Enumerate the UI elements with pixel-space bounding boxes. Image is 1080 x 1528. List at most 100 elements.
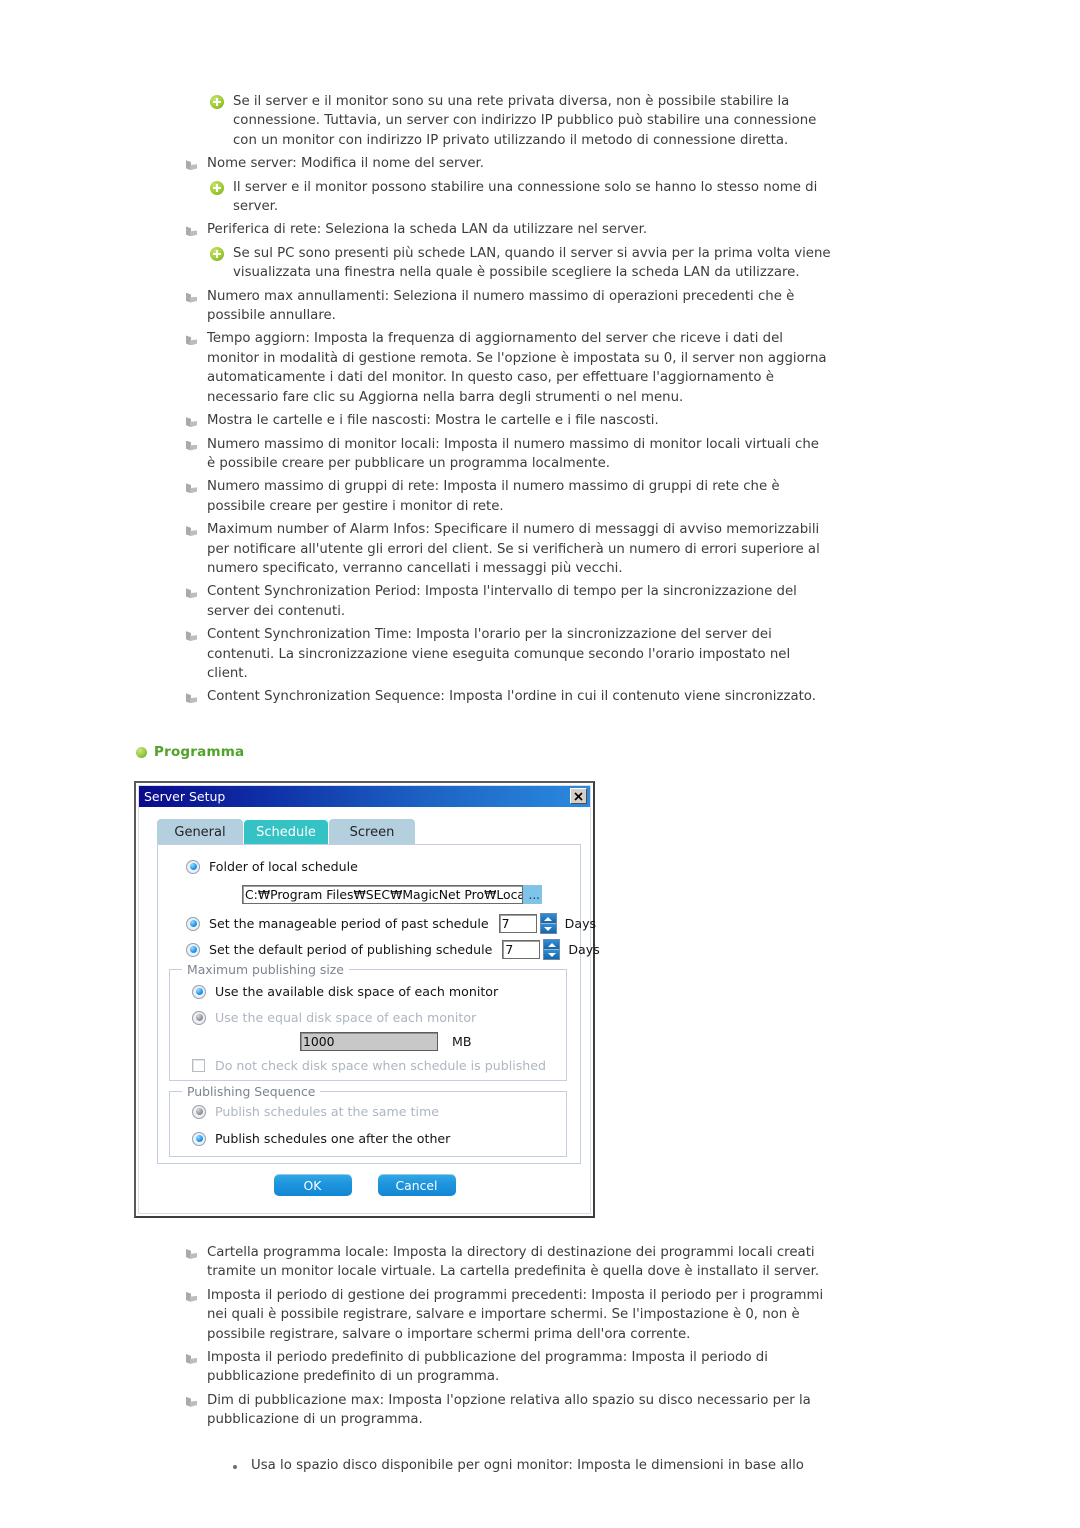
browse-folder-button[interactable]: ... [523, 885, 542, 904]
radio-publish-one-after-other-label: Publish schedules one after the other [215, 1131, 451, 1146]
group-maximum-publishing-size-label: Maximum publishing size [182, 962, 349, 977]
flag-bullet-icon [186, 1396, 198, 1408]
option-use-available-disk-space[interactable]: Use the available disk space of each mon… [192, 984, 498, 999]
dialog-tabs: General Schedule Screen [157, 818, 415, 845]
option-folder-of-local-schedule[interactable]: Folder of local schedule [186, 859, 358, 874]
doc-bullet-text: Imposta il periodo di gestione dei progr… [207, 1287, 824, 1342]
group-publishing-sequence-label: Publishing Sequence [182, 1084, 321, 1099]
group-maximum-publishing-size: Maximum publishing size Use the availabl… [169, 962, 567, 1081]
default-publishing-period-unit: Days [568, 942, 600, 957]
doc-bullet-text: Usa lo spazio disco disponibile per ogni… [251, 1457, 804, 1473]
tab-schedule[interactable]: Schedule [243, 819, 329, 845]
plus-bullet-icon [210, 246, 224, 261]
doc-bullet-item: Il server e il monitor possono stabilire… [0, 178, 1080, 217]
flag-bullet-icon [186, 630, 198, 642]
doc-bullet-text: Nome server: Modifica il nome del server… [207, 156, 484, 172]
doc-bullet-item: Content Synchronization Period: Imposta … [0, 582, 1080, 621]
doc-bullet-text: Dim di pubblicazione max: Imposta l'opzi… [207, 1392, 811, 1428]
doc-bullet-item: Numero max annullamenti: Seleziona il nu… [0, 287, 1080, 326]
group-publishing-sequence: Publishing Sequence Publish schedules at… [169, 1084, 567, 1157]
doc-bullet-item: Se il server e il monitor sono su una re… [0, 92, 1080, 150]
radio-publish-one-after-other[interactable] [192, 1131, 206, 1146]
radio-folder-of-local-schedule[interactable] [186, 859, 200, 874]
doc-bullet-item: Content Synchronization Time: Imposta l'… [0, 625, 1080, 683]
radio-publish-same-time-label: Publish schedules at the same time [215, 1104, 439, 1119]
cancel-button[interactable]: Cancel [377, 1174, 456, 1196]
option-default-publishing-period[interactable]: Set the default period of publishing sch… [186, 939, 600, 960]
flag-bullet-icon [186, 440, 198, 452]
doc-bullet-item: Maximum number of Alarm Infos: Specifica… [0, 520, 1080, 578]
equal-disk-size-value: 1000 [303, 1034, 335, 1049]
doc-bullet-text: Numero massimo di gruppi di rete: Impost… [207, 479, 780, 514]
radio-manageable-period[interactable] [186, 916, 200, 931]
ok-button-label: OK [303, 1177, 322, 1193]
doc-bullet-item: Dim di pubblicazione max: Imposta l'opzi… [0, 1391, 1080, 1430]
tab-general[interactable]: General [157, 819, 243, 845]
doc-bullet-text: Numero massimo di monitor locali: Impost… [207, 436, 819, 471]
radio-use-equal-disk-space [192, 1010, 206, 1025]
dialog-titlebar: Server Setup [139, 786, 590, 807]
radio-use-equal-disk-space-label: Use the equal disk space of each monitor [215, 1010, 477, 1025]
section-heading: Programma [136, 744, 244, 760]
flag-bullet-icon [186, 225, 198, 237]
doc-bullet-item: Nome server: Modifica il nome del server… [0, 154, 1080, 173]
radio-default-publishing-period-label: Set the default period of publishing sch… [209, 942, 493, 957]
doc-bullet-item: Numero massimo di monitor locali: Impost… [0, 435, 1080, 474]
manageable-period-input[interactable]: 7 [498, 914, 537, 933]
stepper-down-icon[interactable] [540, 924, 556, 933]
doc-bullet-item: Cartella programma locale: Imposta la di… [0, 1243, 1080, 1282]
radio-use-available-disk-space[interactable] [192, 984, 206, 999]
radio-manageable-period-label: Set the manageable period of past schedu… [209, 916, 489, 931]
flag-bullet-icon [186, 292, 198, 304]
doc-bullet-item: Content Synchronization Sequence: Impost… [0, 687, 1080, 706]
doc-bullet-item: Numero massimo di gruppi di rete: Impost… [0, 477, 1080, 516]
doc-bullet-item: Tempo aggiorn: Imposta la frequenza di a… [0, 329, 1080, 407]
default-publishing-period-input[interactable]: 7 [502, 940, 541, 959]
doc-bullet-item: Se sul PC sono presenti più schede LAN, … [0, 244, 1080, 283]
tab-screen[interactable]: Screen [329, 819, 415, 845]
folder-path-input[interactable]: C:₩Program Files₩SEC₩MagicNet Pro₩LocalP… [242, 885, 523, 904]
section-heading-label: Programma [154, 744, 245, 760]
option-do-not-check-disk-space: Do not check disk space when schedule is… [192, 1058, 546, 1073]
doc-bullet-text: Cartella programma locale: Imposta la di… [207, 1245, 820, 1280]
flag-bullet-icon [186, 416, 198, 428]
doc-bullet-text: Se sul PC sono presenti più schede LAN, … [233, 245, 831, 281]
green-dot-icon [136, 746, 147, 758]
option-manageable-period[interactable]: Set the manageable period of past schedu… [186, 913, 596, 934]
doc-bullet-item: Imposta il periodo predefinito di pubbli… [0, 1348, 1080, 1387]
dot-bullet-icon [232, 1463, 242, 1473]
folder-path-row: C:₩Program Files₩SEC₩MagicNet Pro₩LocalP… [242, 885, 542, 904]
doc-bullet-item: Usa lo spazio disco disponibile per ogni… [0, 1456, 1080, 1475]
tab-screen-label: Screen [349, 824, 395, 840]
schedule-tab-panel: Folder of local schedule C:₩Program File… [157, 844, 600, 1164]
close-icon[interactable] [570, 788, 587, 804]
folder-path-value: C:₩Program Files₩SEC₩MagicNet Pro₩LocalP… [245, 887, 523, 902]
tab-schedule-label: Schedule [256, 824, 316, 840]
flag-bullet-icon [186, 1248, 198, 1260]
default-publishing-period-stepper[interactable] [543, 939, 561, 960]
doc-bullet-text: Content Synchronization Time: Imposta l'… [207, 627, 791, 681]
stepper-up-icon[interactable] [540, 914, 556, 924]
checkbox-do-not-check-disk-space-label: Do not check disk space when schedule is… [215, 1058, 546, 1073]
flag-bullet-icon [186, 1353, 198, 1365]
flag-bullet-icon [186, 587, 198, 599]
radio-publish-same-time [192, 1104, 206, 1119]
option-publish-one-after-other[interactable]: Publish schedules one after the other [192, 1131, 450, 1146]
doc-bullet-item: Periferica di rete: Seleziona la scheda … [0, 220, 1080, 239]
cancel-button-label: Cancel [395, 1177, 438, 1193]
option-use-equal-disk-space: Use the equal disk space of each monitor [192, 1010, 476, 1025]
stepper-up-icon[interactable] [544, 940, 560, 950]
radio-use-available-disk-space-label: Use the available disk space of each mon… [215, 984, 499, 999]
doc-bullet-text: Maximum number of Alarm Infos: Specifica… [207, 522, 820, 576]
radio-default-publishing-period[interactable] [186, 942, 200, 957]
stepper-down-icon[interactable] [544, 950, 560, 959]
doc-bullet-text: Mostra le cartelle e i file nascosti: Mo… [207, 413, 659, 429]
browse-folder-label: ... [528, 887, 540, 902]
flag-bullet-icon [186, 482, 198, 494]
radio-folder-of-local-schedule-label: Folder of local schedule [209, 859, 358, 874]
doc-bullet-text: Periferica di rete: Seleziona la scheda … [207, 222, 648, 238]
flag-bullet-icon [186, 159, 198, 171]
doc-bullet-text: Imposta il periodo predefinito di pubbli… [207, 1350, 768, 1385]
manageable-period-stepper[interactable] [539, 913, 557, 934]
ok-button[interactable]: OK [273, 1174, 352, 1196]
